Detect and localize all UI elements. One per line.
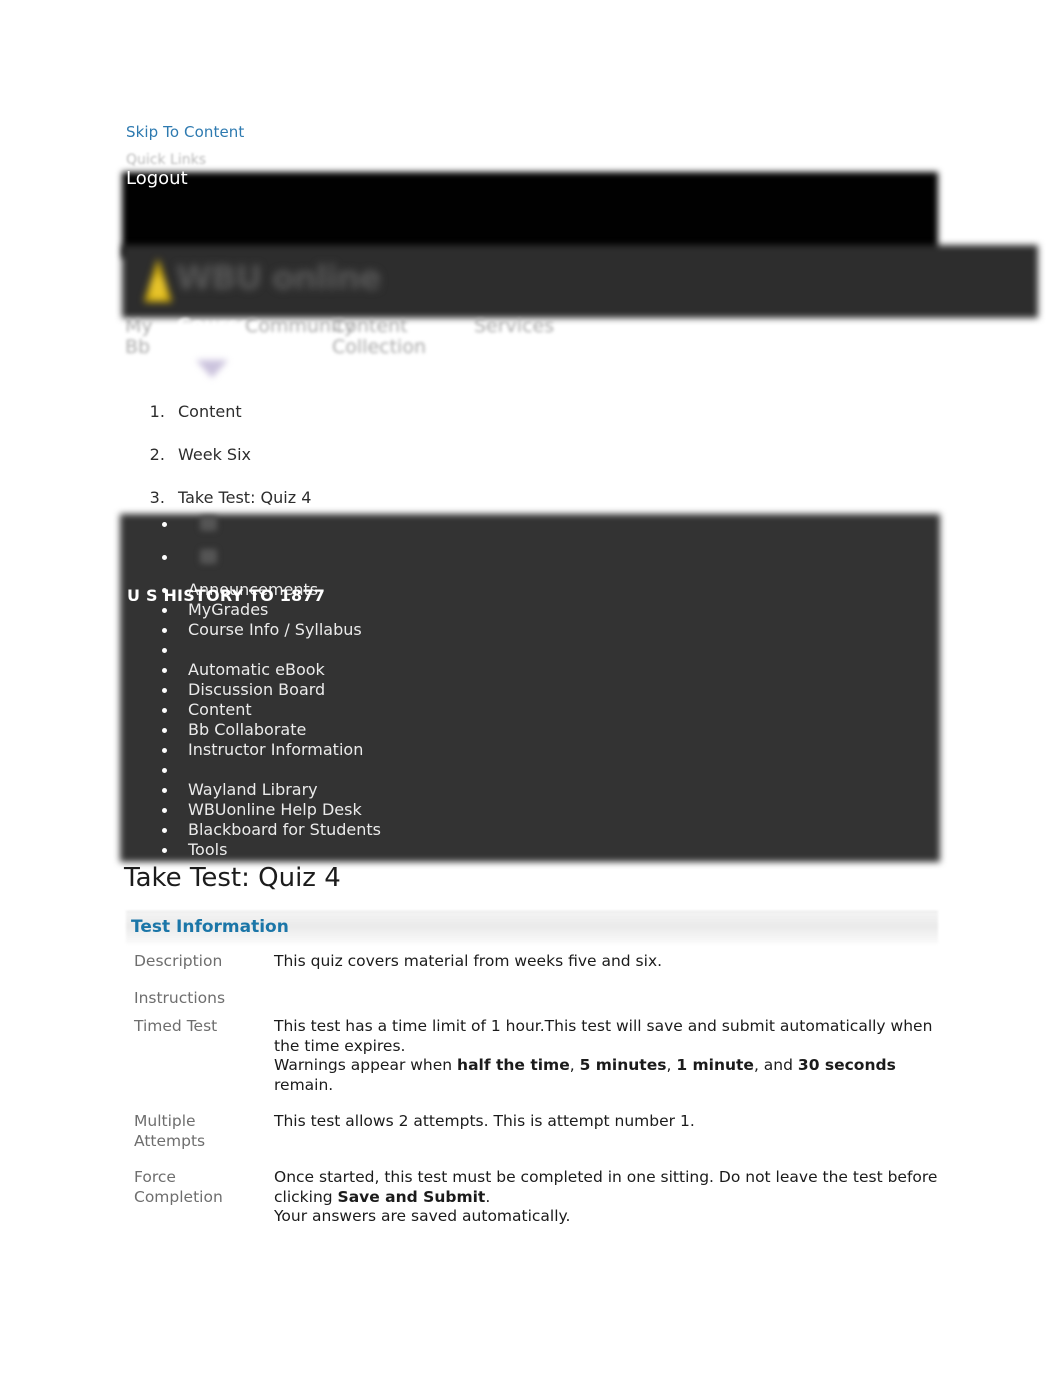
row-label-force-completion: Force Completion [134, 1168, 223, 1206]
table-row: Multiple Attempts This test allows 2 att… [126, 1112, 938, 1168]
row-value-instructions [270, 989, 938, 1018]
row-value-multiple-attempts: This test allows 2 attempts. This is att… [274, 1112, 695, 1130]
tab-community[interactable]: Community [245, 316, 355, 337]
global-nav-tabs[interactable]: My Bb Courses Community Content Collecti… [122, 316, 682, 378]
row-value-force-completion: Once started, this test must be complete… [274, 1168, 938, 1225]
row-label-multiple-attempts: Multiple Attempts [134, 1112, 206, 1150]
menu-glyph-icon [200, 516, 217, 531]
table-row: Timed Test This test has a time limit of… [126, 1017, 938, 1112]
breadcrumb-item-week-six[interactable]: Week Six [170, 445, 311, 465]
tab-my-bb[interactable]: My Bb [125, 316, 171, 358]
sidebar-item-wayland-library[interactable]: Wayland Library [120, 780, 940, 800]
breadcrumb-item-take-test: Take Test: Quiz 4 [170, 488, 311, 508]
breadcrumb: Content Week Six Take Test: Quiz 4 [126, 402, 311, 531]
course-menu-icon-item-1[interactable] [120, 514, 940, 547]
logout-link[interactable]: Logout [126, 168, 188, 189]
skip-to-content-link[interactable]: Skip To Content [126, 123, 244, 141]
table-row: Force Completion Once started, this test… [126, 1168, 938, 1244]
course-menu-divider-1 [120, 640, 940, 660]
row-label-timed-test: Timed Test [134, 1017, 218, 1035]
breadcrumb-item-content[interactable]: Content [170, 402, 311, 422]
tab-content-collection[interactable]: Content Collection [332, 316, 442, 358]
sidebar-item-bb-collaborate[interactable]: Bb Collaborate [120, 720, 940, 740]
page-title: Take Test: Quiz 4 [124, 863, 341, 893]
banner-wordmark: WBU online [176, 258, 381, 297]
course-menu-divider-2 [120, 760, 940, 780]
sidebar-item-wbuonline-help-desk[interactable]: WBUonline Help Desk [120, 800, 940, 820]
sidebar-item-automatic-ebook[interactable]: Automatic eBook [120, 660, 940, 680]
menu-glyph-icon [200, 549, 217, 564]
tab-services[interactable]: Services [474, 316, 554, 337]
sidebar-item-course-info-syllabus[interactable]: Course Info / Syllabus [120, 620, 940, 640]
row-value-description: This quiz covers material from weeks fiv… [274, 952, 663, 970]
active-tab-arrow-icon [196, 360, 228, 378]
sidebar-item-tools[interactable]: Tools [120, 840, 940, 860]
course-title: U S HISTORY TO 1877 [127, 586, 326, 605]
course-menu-icon-item-2[interactable] [120, 547, 940, 580]
row-label-instructions: Instructions [134, 988, 226, 1007]
row-value-timed-test: This test has a time limit of 1 hour.Thi… [274, 1017, 933, 1094]
table-row: Instructions [126, 989, 938, 1018]
sidebar-item-discussion-board[interactable]: Discussion Board [120, 680, 940, 700]
course-menu[interactable]: Announcements MyGrades Course Info / Syl… [120, 514, 940, 862]
sidebar-item-instructor-information[interactable]: Instructor Information [120, 740, 940, 760]
sidebar-item-content[interactable]: Content [120, 700, 940, 720]
row-label-description: Description [134, 952, 223, 970]
test-information-heading: Test Information [131, 917, 289, 937]
sidebar-item-blackboard-for-students[interactable]: Blackboard for Students [120, 820, 940, 840]
flame-logo-icon [138, 256, 178, 304]
table-row: Description This quiz covers material fr… [126, 952, 938, 989]
quick-links-label[interactable]: Quick Links [126, 152, 206, 168]
tab-courses[interactable]: Courses [177, 316, 262, 337]
test-information-table: Description This quiz covers material fr… [126, 952, 938, 1244]
